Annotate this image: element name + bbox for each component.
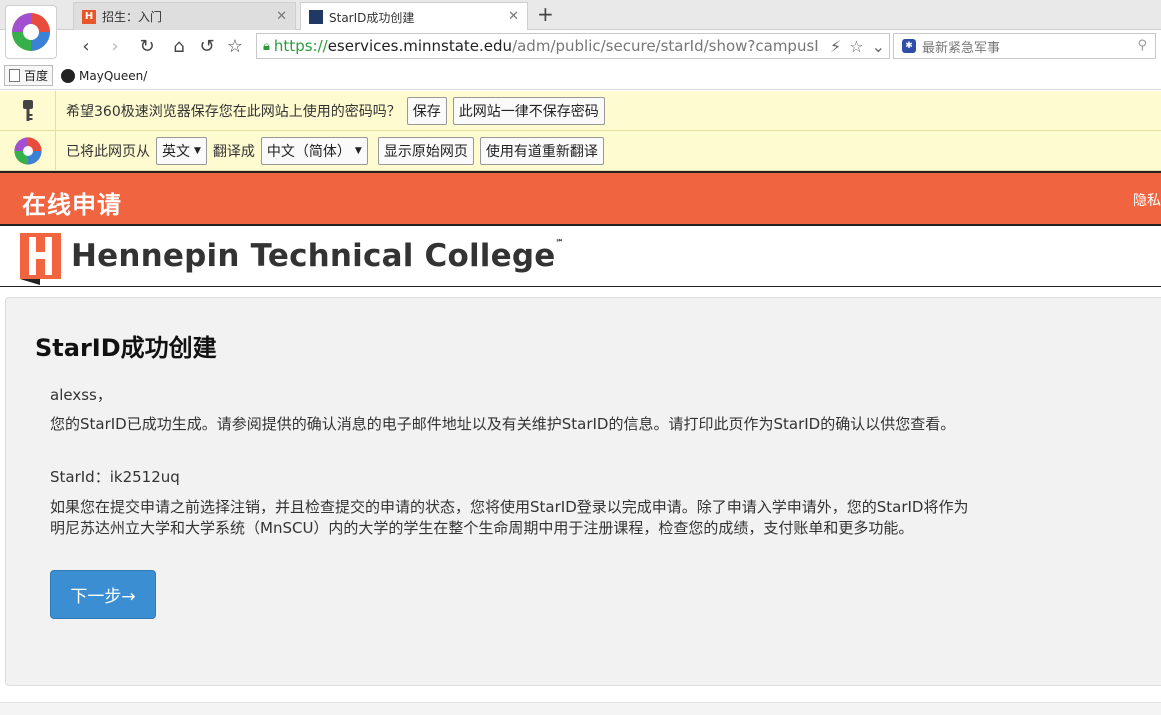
page-footer-strip (0, 702, 1161, 715)
url-host: eservices.minnstate.edu (327, 37, 513, 55)
show-original-button[interactable]: 显示原始网页 (377, 136, 474, 165)
greeting-text: alexss， (50, 386, 112, 404)
source-language-select[interactable]: 英文 ▼ (156, 136, 207, 165)
college-logo-icon (20, 233, 61, 285)
bookmark-favicon-icon (309, 10, 323, 24)
page-title: StarID成功创建 (35, 334, 217, 362)
navigation-bar: ‹ › ↻ ⌂ ↺ ☆ 🔒︎ https:// eservices.minnst… (0, 30, 1161, 62)
translate-logo-icon (0, 130, 56, 171)
password-save-infobar: 希望360极速浏览器保存您在此网站上使用的密码吗？ 保存 此网站一律不保存密码 (0, 90, 1161, 131)
starid-line: StarId：ik2512uq (50, 466, 180, 487)
target-language-value: 中文（简体） (266, 143, 351, 160)
bookmark-baidu[interactable]: 百度 (4, 65, 54, 86)
url-path: /adm/public/secure/starId/show?campusI (512, 37, 819, 55)
new-tab-icon[interactable]: + (537, 3, 554, 25)
chevron-down-icon[interactable]: ⌄ (872, 37, 885, 56)
starid-value: ik2512uq (109, 468, 180, 486)
caret-down-icon: ▼ (354, 145, 362, 156)
target-language-select[interactable]: 中文（简体） ▼ (260, 136, 368, 165)
save-password-button[interactable]: 保存 (406, 96, 447, 125)
address-bar-actions: ⚡︎ ☆ ⌄ (824, 37, 885, 56)
forward-icon[interactable]: › (104, 35, 126, 57)
lock-icon: 🔒︎ (263, 38, 270, 54)
service-mark: ℠ (555, 238, 564, 247)
info-text-line-1: 如果您在提交申请之前选择注销，并且检查提交的申请的状态，您将使用StarID登录… (50, 498, 969, 516)
success-message: 您的StarID已成功生成。请参阅提供的确认消息的电子邮件地址以及有关维护Sta… (50, 415, 956, 433)
lightning-icon[interactable]: ⚡︎ (830, 37, 841, 56)
tab-title: StarID成功创建 (329, 10, 415, 25)
close-icon[interactable]: ✕ (276, 9, 287, 24)
bookmarks-bar: 百度 MayQueen/ (0, 62, 1161, 90)
bookmark-label: MayQueen/ (79, 68, 148, 83)
github-icon (61, 68, 76, 83)
college-name: Hennepin Technical College℠ (71, 238, 564, 274)
browser-logo-icon[interactable] (5, 5, 57, 59)
url-scheme: https:// (273, 37, 328, 55)
password-prompt: 希望360极速浏览器保存您在此网站上使用的密码吗？ (66, 103, 401, 120)
retranslate-button[interactable]: 使用有道重新翻译 (479, 136, 604, 165)
undo-icon[interactable]: ↺ (196, 35, 218, 57)
content-panel: StarID成功创建 alexss， 您的StarID已成功生成。请参阅提供的确… (5, 297, 1161, 686)
application-header: 在线申请 隐私 (0, 171, 1161, 226)
translate-infobar: 已将此网页从 英文 ▼ 翻译成 中文（简体） ▼ 显示原始网页 使用有道重新翻译 (0, 130, 1161, 171)
page-header-title: 在线申请 (22, 191, 122, 219)
page-icon (9, 69, 20, 82)
bookmark-star-icon[interactable]: ☆ (849, 37, 863, 56)
translate-prefix: 已将此网页从 (66, 143, 150, 160)
college-favicon-icon: H (82, 9, 96, 24)
tab-admissions[interactable]: H 招生：入门 ✕ (73, 2, 296, 30)
search-icon[interactable]: ⚲ (1137, 38, 1147, 53)
never-save-button[interactable]: 此网站一律不保存密码 (452, 96, 605, 125)
college-brand-bar: Hennepin Technical College℠ (0, 226, 1161, 287)
translate-middle: 翻译成 (212, 143, 255, 160)
close-icon[interactable]: ✕ (508, 9, 519, 24)
back-icon[interactable]: ‹ (75, 35, 97, 57)
address-bar[interactable]: 🔒︎ https:// eservices.minnstate.edu /adm… (256, 33, 890, 59)
tab-bar: H 招生：入门 ✕ StarID成功创建 ✕ + (0, 0, 1161, 31)
next-button[interactable]: 下一步→ (50, 570, 156, 619)
college-name-text: Hennepin Technical College (71, 238, 556, 274)
starid-label: StarId： (50, 468, 110, 486)
home-icon[interactable]: ⌂ (168, 35, 190, 57)
tab-title: 招生：入门 (102, 10, 163, 24)
search-box[interactable]: ✱ 最新紧急军事 ⚲ (893, 33, 1156, 59)
key-icon (0, 90, 56, 131)
reload-icon[interactable]: ↻ (136, 35, 158, 57)
bookmark-label: 百度 (24, 69, 49, 83)
caret-down-icon: ▼ (194, 145, 201, 156)
source-language-value: 英文 (162, 143, 190, 160)
bookmark-mayqueen[interactable]: MayQueen/ (61, 68, 148, 83)
tab-starid-success[interactable]: StarID成功创建 ✕ (300, 2, 528, 31)
favorite-star-icon[interactable]: ☆ (224, 35, 246, 57)
search-placeholder: 最新紧急军事 (922, 40, 1001, 56)
info-text-line-2: 明尼苏达州立大学和大学系统（MnSCU）内的大学的学生在整个生命周期中用于注册课… (50, 519, 914, 537)
baidu-paw-icon: ✱ (902, 39, 916, 53)
privacy-link[interactable]: 隐私 (1133, 190, 1161, 210)
